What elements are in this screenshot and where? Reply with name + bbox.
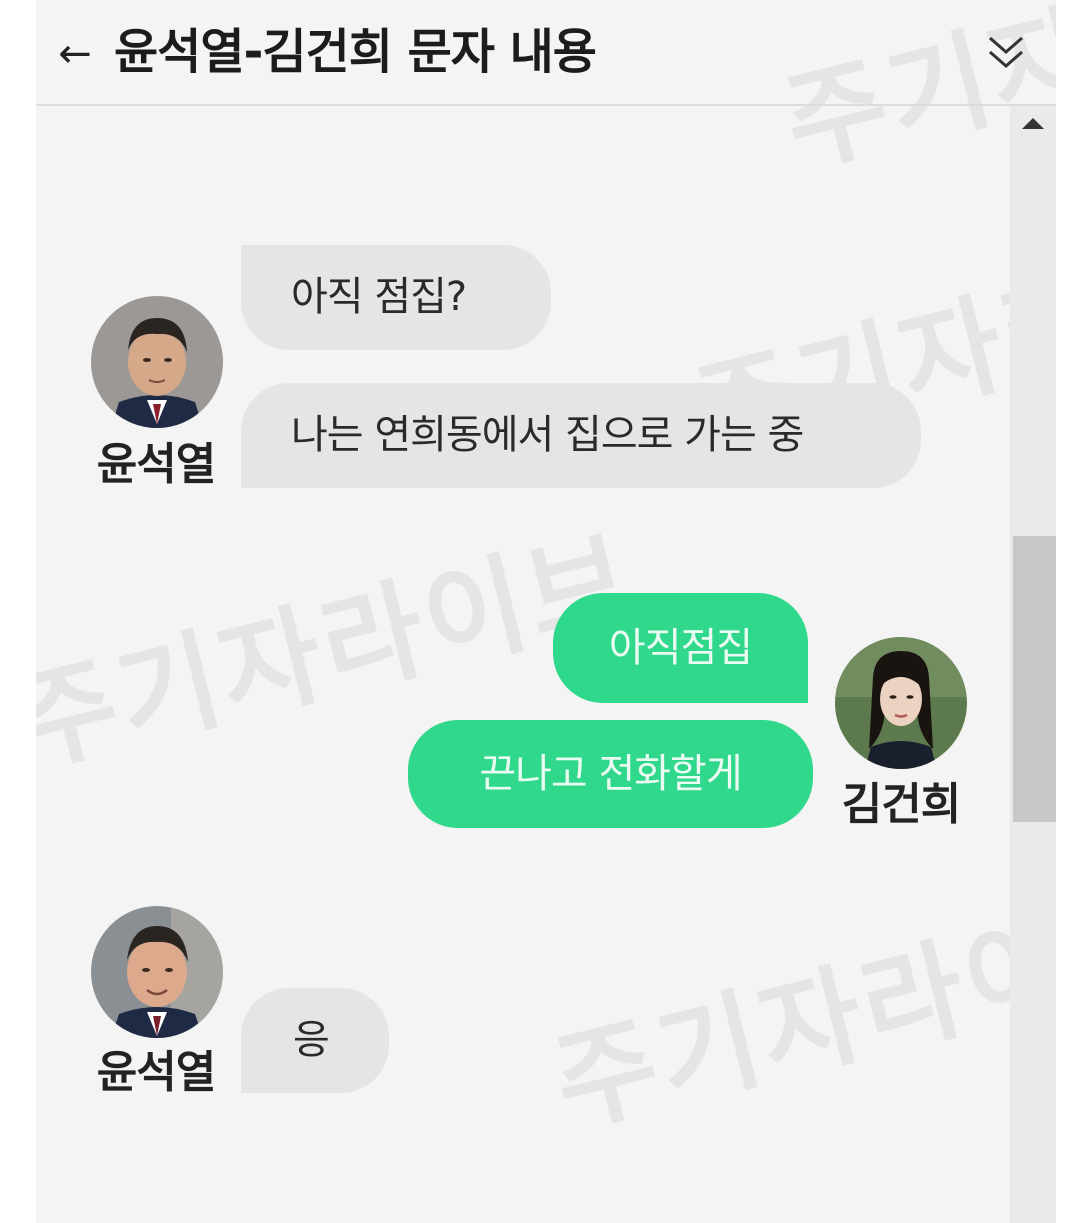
scrollbar-thumb[interactable] [1013,536,1056,822]
avatar-yoon[interactable] [91,906,223,1038]
sender-name-yoon: 윤석열 [96,439,216,490]
scrollbar[interactable] [1010,106,1056,1223]
message-bubble-incoming[interactable]: 나는 연희동에서 집으로 가는 중 [241,383,921,488]
scroll-up-arrow-icon[interactable] [1022,118,1044,129]
message-bubble-incoming[interactable]: 아직 점집? [241,245,551,350]
chat-header: ← 윤석열-김건희 문자 내용 [36,0,1056,106]
watermark: 주기자라이브 [542,872,1056,1150]
back-arrow-icon[interactable]: ← [50,26,100,82]
message-bubble-incoming[interactable]: 응 [241,988,389,1093]
message-bubble-outgoing[interactable]: 아직점집 [553,593,808,703]
chat-panel: 주기자라이브 주기자라이브 주기자라이브 주기자라이브 ← 윤석열-김건희 문자… [36,0,1056,1223]
avatar-kim[interactable] [835,637,967,769]
page-title: 윤석열-김건희 문자 내용 [114,24,597,80]
sender-name-kim: 김건희 [841,779,961,830]
double-chevron-down-icon[interactable] [980,26,1032,78]
sender-name-yoon: 윤석열 [96,1047,216,1098]
message-bubble-outgoing[interactable]: 끈나고 전화할게 [408,720,813,828]
avatar-yoon[interactable] [91,296,223,428]
